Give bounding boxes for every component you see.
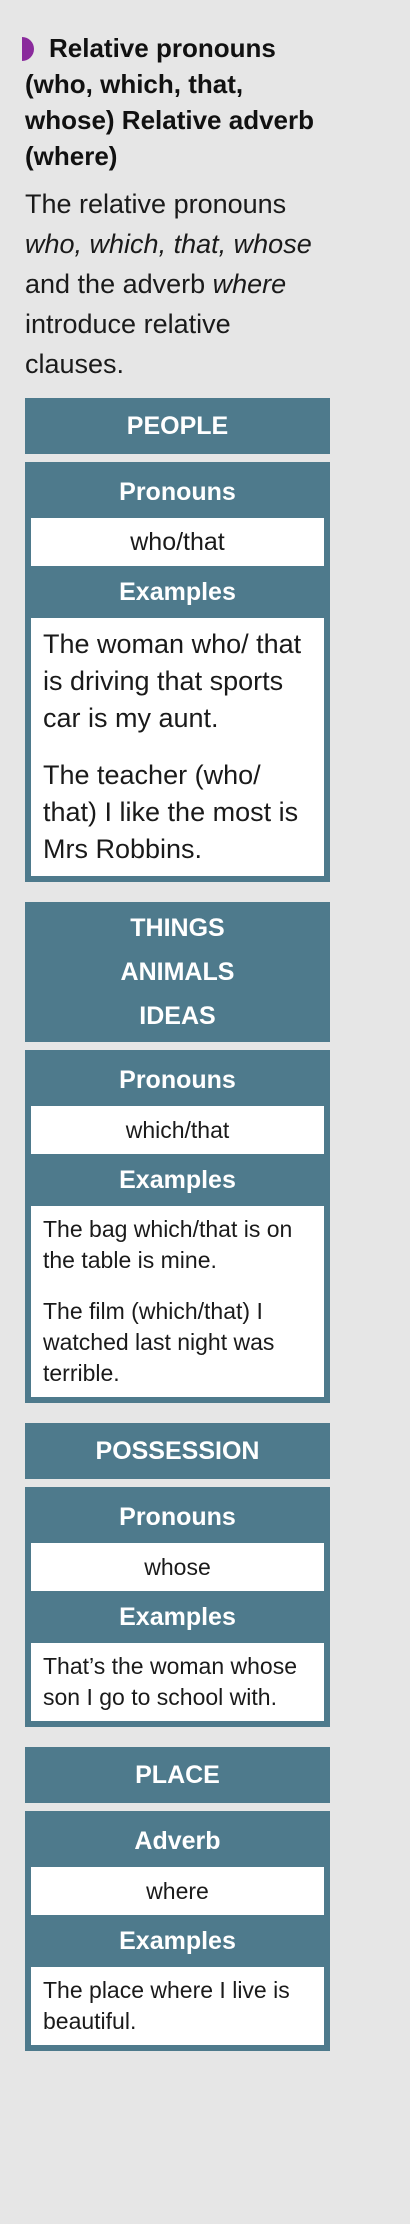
section-people: PEOPLE Pronouns who/that Examples The wo… <box>25 398 330 882</box>
pronouns-panel: Pronouns which/that Examples The bag whi… <box>25 1050 330 1403</box>
example-sentence: The woman who/ that is driving that spor… <box>43 629 302 733</box>
pronouns-label: Pronouns <box>119 1066 236 1094</box>
examples-label: Examples <box>119 1927 236 1955</box>
intro-paragraph: The relative pronouns who, which, that, … <box>25 184 330 384</box>
examples-box: That’s the woman whose son I go to schoo… <box>31 1643 324 1721</box>
adverb-value: where <box>31 1867 324 1915</box>
category-header: PLACE <box>25 1747 330 1803</box>
pronouns-panel: Pronouns who/that Examples The woman who… <box>25 462 330 882</box>
category-line: IDEAS <box>139 1002 216 1030</box>
pronouns-label: Pronouns <box>119 478 236 506</box>
section-things: THINGS ANIMALS IDEAS Pronouns which/that… <box>25 902 330 1403</box>
adverb-label: Adverb <box>134 1827 221 1855</box>
examples-box: The place where I live is beautiful. <box>31 1967 324 2045</box>
section-place: PLACE Adverb where Examples The place wh… <box>25 1747 330 2051</box>
section-possession: POSSESSION Pronouns whose Examples That’… <box>25 1423 330 1727</box>
intro-sep: , <box>158 229 174 259</box>
intro-where: where <box>212 269 287 299</box>
examples-box: The woman who/ that is driving that spor… <box>31 618 324 876</box>
example-sentence: The film (which/that) I watched last nig… <box>43 1298 275 1386</box>
intro-which: which <box>89 229 159 259</box>
example-sentence: The bag which/that is on the table is mi… <box>43 1216 293 1273</box>
intro-sep: , <box>218 229 227 259</box>
pronouns-panel: Pronouns whose Examples That’s the woman… <box>25 1487 330 1727</box>
example-sentence: The teacher (who/ that) I like the most … <box>43 760 299 864</box>
pronouns-value: whose <box>31 1543 324 1591</box>
examples-label: Examples <box>119 1166 236 1194</box>
pronouns-label: Pronouns <box>119 1503 236 1531</box>
examples-box: The bag which/that is on the table is mi… <box>31 1206 324 1397</box>
category-line: ANIMALS <box>120 958 235 986</box>
intro-whose: whose <box>233 229 312 259</box>
intro-who: who <box>25 229 75 259</box>
examples-label: Examples <box>119 1603 236 1631</box>
example-sentence: The place where I live is beautiful. <box>43 1977 290 2034</box>
pronouns-value: who/that <box>31 518 324 566</box>
intro-that: that <box>173 229 219 259</box>
examples-label: Examples <box>119 578 236 606</box>
grammar-card: Relative pronouns (who, which, that, who… <box>22 0 330 2051</box>
category-header: PEOPLE <box>25 398 330 454</box>
category-header: POSSESSION <box>25 1423 330 1479</box>
category-line: THINGS <box>130 914 225 942</box>
pronouns-value: which/that <box>31 1106 324 1154</box>
example-sentence: That’s the woman whose son I go to schoo… <box>43 1653 297 1710</box>
title-text: Relative pronouns (who, which, that, who… <box>25 33 314 171</box>
category-header: THINGS ANIMALS IDEAS <box>25 902 330 1042</box>
page-title: Relative pronouns (who, which, that, who… <box>22 30 330 174</box>
intro-text: introduce relative clauses. <box>25 309 231 379</box>
adverb-panel: Adverb where Examples The place where I … <box>25 1811 330 2051</box>
intro-sep: , <box>74 229 90 259</box>
intro-text: The relative pronouns <box>25 189 287 219</box>
intro-text: and the adverb <box>25 269 213 299</box>
